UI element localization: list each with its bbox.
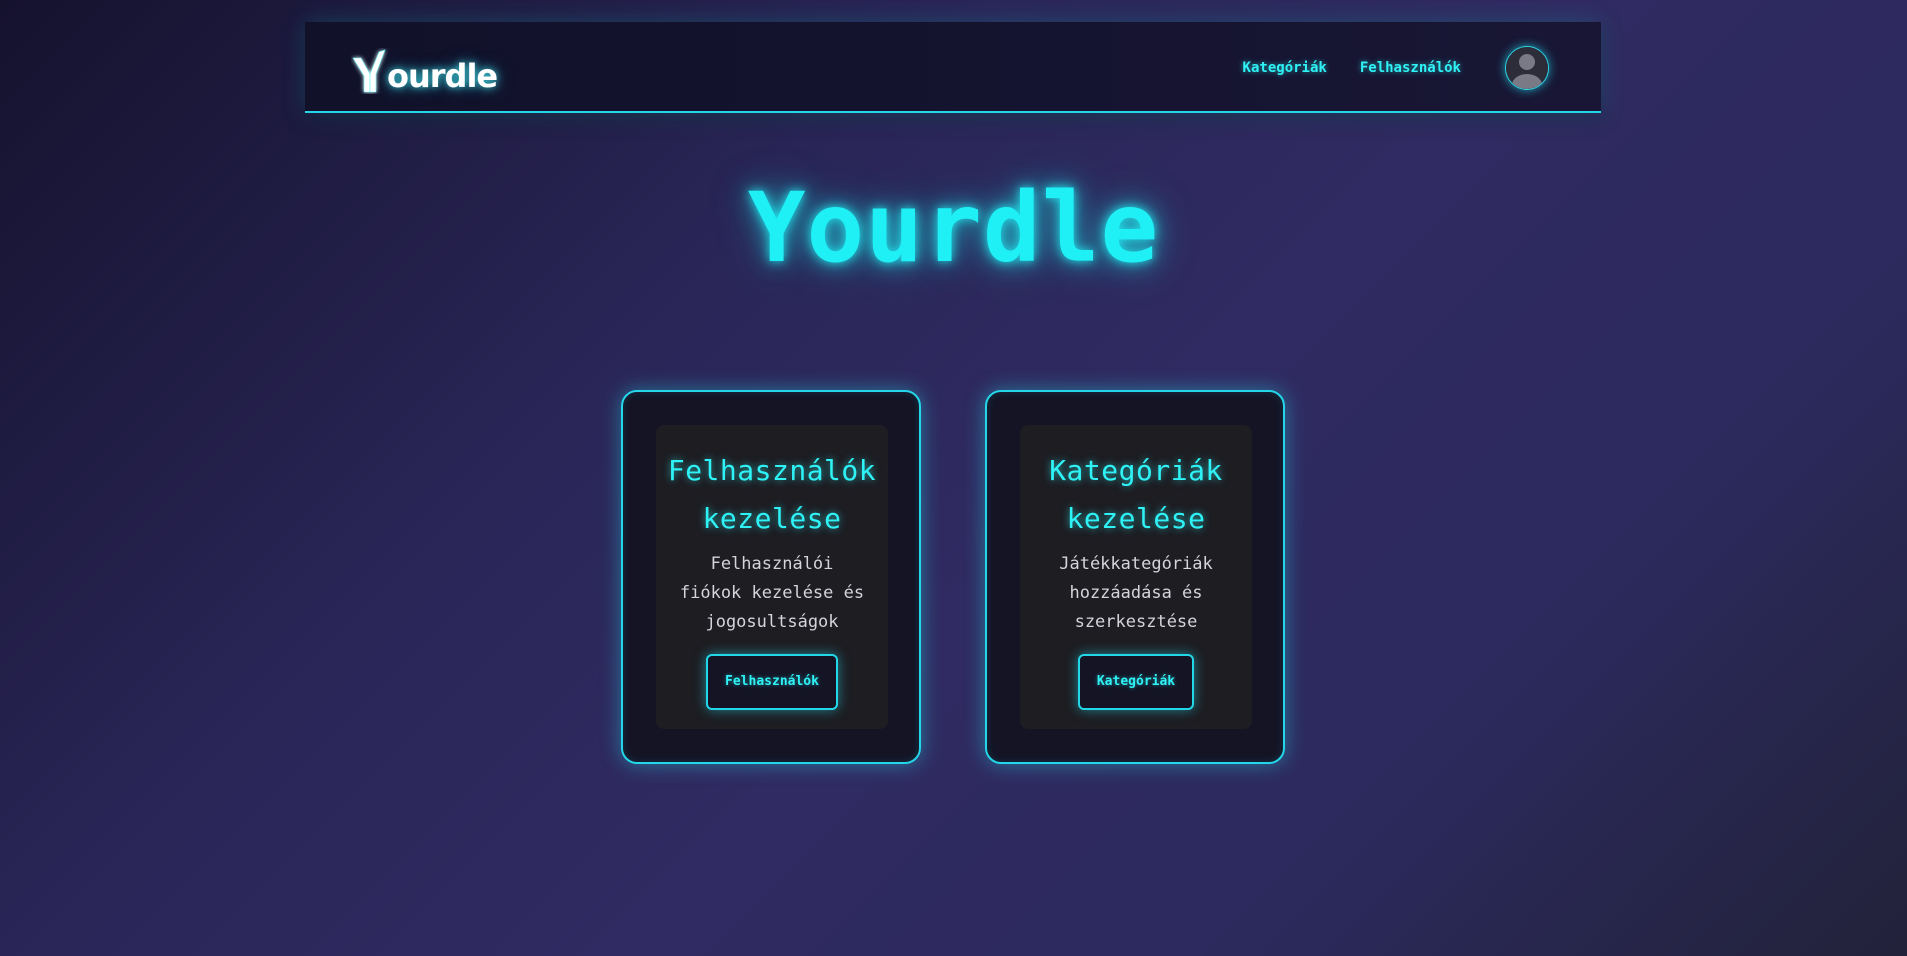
- page-title: Yourdle: [747, 172, 1160, 284]
- card-users-description: Felhasználói fiókok kezelése és jogosult…: [679, 554, 865, 632]
- yourdle-logo-icon: [351, 48, 389, 94]
- top-navbar: ourdle Kategóriák Felhasználók: [305, 22, 1601, 113]
- card-categories-inner: Kategóriák kezelése Játékkategóriák hozz…: [1020, 425, 1252, 729]
- categories-button[interactable]: Kategóriák: [1077, 654, 1195, 710]
- card-users-inner: Felhasználók kezelése Felhasználói fióko…: [656, 425, 888, 729]
- nav-link-kategoriak[interactable]: Kategóriák: [1243, 60, 1327, 76]
- card-categories-title: Kategóriák kezelése: [1049, 454, 1223, 535]
- nav-links: Kategóriák Felhasználók: [1243, 22, 1461, 113]
- card-categories-description: Játékkategóriák hozzáadása és szerkeszté…: [1059, 554, 1213, 632]
- nav-link-felhasznalok[interactable]: Felhasználók: [1360, 60, 1461, 76]
- card-users: Felhasználók kezelése Felhasználói fióko…: [621, 390, 921, 764]
- yourdle-logo[interactable]: ourdle: [351, 44, 498, 95]
- user-avatar-icon[interactable]: [1505, 46, 1549, 90]
- logo-text: ourdle: [387, 57, 498, 95]
- card-users-title: Felhasználók kezelése: [667, 454, 877, 535]
- users-button[interactable]: Felhasználók: [706, 654, 838, 710]
- card-categories: Kategóriák kezelése Játékkategóriák hozz…: [985, 390, 1285, 764]
